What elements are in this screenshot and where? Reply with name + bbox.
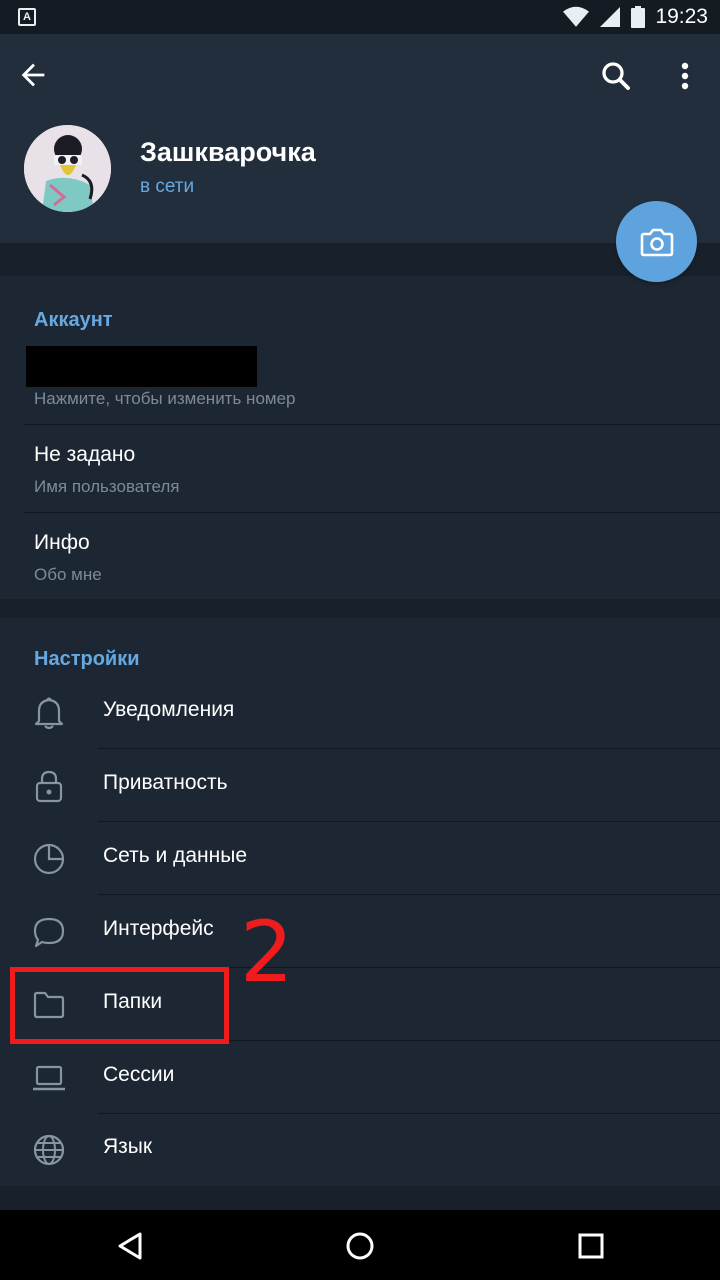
battery-icon (631, 6, 646, 28)
settings-item-label: Язык (103, 1135, 153, 1158)
profile-header: Зашкварочка в сети (0, 34, 720, 243)
folder-icon (30, 986, 68, 1024)
profile-name: Зашкварочка (140, 137, 316, 167)
profile-status: в сети (140, 176, 195, 197)
settings-item-label: Папки (103, 990, 163, 1013)
set-photo-button[interactable] (616, 201, 697, 282)
avatar-image (24, 125, 111, 212)
bio-row[interactable]: Инфо Обо мне (0, 513, 720, 599)
triangle-back-icon (118, 1232, 142, 1260)
nav-back-button[interactable] (110, 1226, 150, 1266)
search-button[interactable] (598, 58, 634, 94)
settings-item-label: Приватность (103, 771, 228, 794)
arrow-left-icon (21, 63, 45, 87)
settings-item-folders[interactable]: Папки (0, 968, 720, 1041)
username-value: Не задано (34, 443, 136, 466)
settings-item-notifications[interactable]: Уведомления (0, 676, 720, 749)
clock: 19:23 (655, 5, 708, 28)
more-vertical-icon (681, 62, 689, 90)
lock-icon (30, 767, 68, 805)
avatar[interactable] (24, 125, 111, 212)
phone-number-redacted (26, 346, 257, 387)
app-notification-icon: A (18, 8, 36, 26)
settings-section-title: Настройки (34, 648, 140, 670)
annotation-step-number: 2 (240, 903, 294, 1001)
settings-item-label: Интерфейс (103, 917, 214, 940)
section-gap (0, 599, 720, 618)
phone-hint: Нажмите, чтобы изменить номер (34, 389, 296, 408)
settings-item-label: Сеть и данные (103, 844, 248, 867)
signal-icon (600, 7, 621, 27)
system-navigation-bar (0, 1210, 720, 1280)
bell-icon (30, 694, 68, 732)
section-gap (0, 243, 720, 276)
circle-home-icon (346, 1232, 374, 1260)
username-row[interactable]: Не задано Имя пользователя (0, 425, 720, 512)
bio-hint: Обо мне (34, 565, 102, 584)
settings-item-privacy[interactable]: Приватность (0, 749, 720, 822)
settings-item-language[interactable]: Язык (0, 1113, 720, 1186)
camera-icon (640, 228, 673, 256)
account-section-title: Аккаунт (34, 309, 113, 331)
laptop-icon (30, 1059, 68, 1097)
username-hint: Имя пользователя (34, 477, 180, 496)
settings-item-label: Сессии (103, 1063, 175, 1086)
back-button[interactable] (16, 58, 50, 92)
wifi-icon (563, 6, 590, 27)
settings-item-interface[interactable]: Интерфейс (0, 895, 720, 968)
phone-row[interactable]: Нажмите, чтобы изменить номер (0, 338, 720, 424)
more-options-button[interactable] (670, 58, 700, 94)
status-bar: A 19:23 (0, 0, 720, 34)
square-recents-icon (578, 1233, 604, 1259)
section-gap (0, 1186, 720, 1210)
nav-recents-button[interactable] (571, 1226, 611, 1266)
nav-home-button[interactable] (340, 1226, 380, 1266)
settings-item-label: Уведомления (103, 698, 235, 721)
settings-item-data[interactable]: Сеть и данные (0, 822, 720, 895)
bio-value: Инфо (34, 531, 90, 554)
search-icon (602, 62, 630, 90)
chat-bubble-icon (30, 913, 68, 951)
settings-item-sessions[interactable]: Сессии (0, 1041, 720, 1114)
globe-icon (30, 1131, 68, 1169)
data-usage-icon (30, 840, 68, 878)
